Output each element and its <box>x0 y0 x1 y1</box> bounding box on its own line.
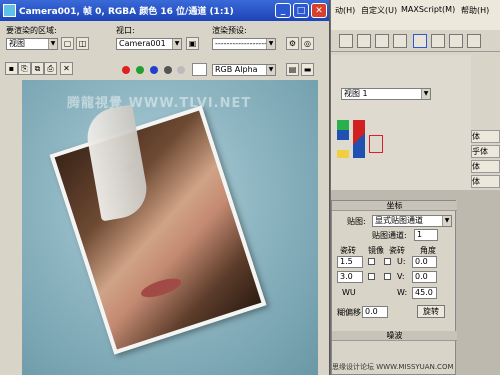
lock-viewport-button[interactable]: ▣ <box>186 37 199 50</box>
environment-button[interactable]: ◎ <box>301 37 314 50</box>
viewport-label: 视口: <box>116 26 135 35</box>
render-setup-button[interactable]: ⚙ <box>286 37 299 50</box>
snap-icon[interactable] <box>339 34 353 48</box>
red-channel-icon[interactable] <box>122 66 130 74</box>
viewport-select-combo[interactable]: 视图 1 ▼ <box>341 88 431 100</box>
channel-label: 贴图通道: <box>372 231 407 240</box>
side-label-2[interactable]: 乎体 <box>471 145 500 158</box>
minimize-button[interactable]: _ <box>275 3 291 18</box>
area-label: 要渲染的区域: <box>6 26 57 35</box>
edit-region-button[interactable]: ▢ <box>61 37 74 50</box>
v-angle-input[interactable]: 0.0 <box>412 271 437 283</box>
spinner-snap-icon[interactable] <box>393 34 407 48</box>
clear-image-icon[interactable]: ✕ <box>60 62 73 75</box>
channel-input[interactable]: 1 <box>414 229 438 241</box>
print-image-icon[interactable]: ⎙ <box>44 62 57 75</box>
main-toolbar <box>331 30 500 52</box>
w-angle-input[interactable]: 45.0 <box>412 287 437 299</box>
blue-channel-icon[interactable] <box>150 66 158 74</box>
u-tiling-input[interactable]: 1.5 <box>337 256 363 268</box>
rendered-photo <box>49 105 267 355</box>
render-window-titlebar: Camera001, 帧 0, RGBA 颜色 16 位/通道 (1:1) _ … <box>0 0 329 21</box>
color-swatch[interactable] <box>192 63 207 76</box>
auto-region-button[interactable]: ◫ <box>76 37 89 50</box>
v-tiling-input[interactable]: 3.0 <box>337 271 363 283</box>
window-title: Camera001, 帧 0, RGBA 颜色 16 位/通道 (1:1) <box>19 7 234 17</box>
menu-item-animation[interactable]: 动(H) <box>335 5 355 16</box>
max-main-ui: 动(H) 自定义(U) MAXScript(M) 帮助(H) 视图 1 ▼ 坐标 … <box>331 0 500 375</box>
monochrome-icon[interactable] <box>177 66 185 74</box>
viewport-select[interactable]: Camera001 ▼ <box>116 38 182 50</box>
close-button[interactable]: ✕ <box>311 3 327 18</box>
percent-snap-icon[interactable] <box>375 34 389 48</box>
save-image-icon[interactable]: ▪ <box>5 62 18 75</box>
u-angle-input[interactable]: 0.0 <box>412 256 437 268</box>
channel-select[interactable]: RGB Alpha ▼ <box>212 64 276 76</box>
render-frame-icon[interactable] <box>449 34 463 48</box>
side-label-4[interactable]: 体 <box>471 175 500 188</box>
blur-offset-label: 糊偏移: <box>337 308 364 317</box>
chevron-down-icon: ▼ <box>266 39 275 49</box>
material-editor-area: 视图 1 ▼ <box>331 55 471 190</box>
u-label: U: <box>397 257 406 266</box>
w-label: W: <box>397 288 408 297</box>
selected-swatch[interactable] <box>369 135 383 153</box>
side-label-3[interactable]: 体 <box>471 160 500 173</box>
v-label: V: <box>397 272 405 281</box>
chevron-down-icon: ▼ <box>421 89 430 99</box>
blue-swatch <box>337 130 349 140</box>
yellow-swatch <box>337 150 349 158</box>
chevron-down-icon: ▼ <box>266 65 275 75</box>
green-channel-icon[interactable] <box>136 66 144 74</box>
v-mirror-checkbox[interactable] <box>368 273 375 280</box>
col-header-angle: 角度 <box>420 246 436 255</box>
toggle-ui-overlay-icon[interactable]: ▤ <box>286 63 299 76</box>
material-editor-icon[interactable] <box>413 34 427 48</box>
watermark: 腾龍視覺 WWW.TLVI.NET <box>67 96 252 111</box>
col-header-tile-u: 瓷砖 <box>340 246 356 255</box>
col-header-tile: 瓷砖 <box>389 246 405 255</box>
quick-render-icon[interactable] <box>467 34 481 48</box>
render-setup-icon[interactable] <box>431 34 445 48</box>
wu-label: WU <box>342 288 356 297</box>
v-tile-checkbox[interactable] <box>384 273 391 280</box>
angle-snap-icon[interactable] <box>357 34 371 48</box>
bottom-watermark: 思缘设计论坛 WWW.MISSYUAN.COM <box>332 363 454 371</box>
chevron-down-icon: ▼ <box>442 216 451 226</box>
noise-header[interactable]: 噪波 <box>332 331 457 341</box>
green-swatch <box>337 120 349 130</box>
area-select[interactable]: 视图 ▼ <box>6 38 58 50</box>
command-panel-side: 体 乎体 体 体 <box>471 130 500 188</box>
preset-select[interactable]: ------------------- ▼ <box>212 38 276 50</box>
menu-item-maxscript[interactable]: MAXScript(M) <box>401 5 455 14</box>
chevron-down-icon: ▼ <box>48 39 57 49</box>
render-canvas: 腾龍視覺 WWW.TLVI.NET <box>22 80 318 375</box>
clone-window-icon[interactable]: ⧉ <box>31 62 44 75</box>
coordinates-header[interactable]: 坐标 <box>332 201 457 211</box>
app-icon <box>3 4 16 17</box>
menu-item-help[interactable]: 帮助(H) <box>461 5 489 16</box>
u-tile-checkbox[interactable] <box>384 258 391 265</box>
chevron-down-icon: ▼ <box>172 39 181 49</box>
col-header-mirror: 镜像 <box>368 246 384 255</box>
map-label: 贴图: <box>347 217 366 226</box>
gradient-swatch <box>353 120 365 158</box>
maximize-button[interactable]: □ <box>293 3 309 18</box>
preset-label: 渲染预设: <box>212 26 247 35</box>
rotate-button[interactable]: 旋转 <box>417 305 445 318</box>
coordinates-rollout: 坐标 贴图: 显式贴图通道 ▼ 贴图通道: 1 瓷砖 镜像 瓷砖 角度 1.5 U… <box>331 200 457 375</box>
u-mirror-checkbox[interactable] <box>368 258 375 265</box>
map-select[interactable]: 显式贴图通道 ▼ <box>372 215 452 227</box>
alpha-channel-icon[interactable] <box>164 66 172 74</box>
toggle-ui-icon[interactable]: ▬ <box>301 63 314 76</box>
menu-item-customize[interactable]: 自定义(U) <box>361 5 397 16</box>
copy-image-icon[interactable]: ⎘ <box>18 62 31 75</box>
photo-lips <box>138 274 184 302</box>
render-frame-window: Camera001, 帧 0, RGBA 颜色 16 位/通道 (1:1) _ … <box>0 0 330 375</box>
side-label-1[interactable]: 体 <box>471 130 500 143</box>
blur-offset-input[interactable]: 0.0 <box>362 306 388 318</box>
